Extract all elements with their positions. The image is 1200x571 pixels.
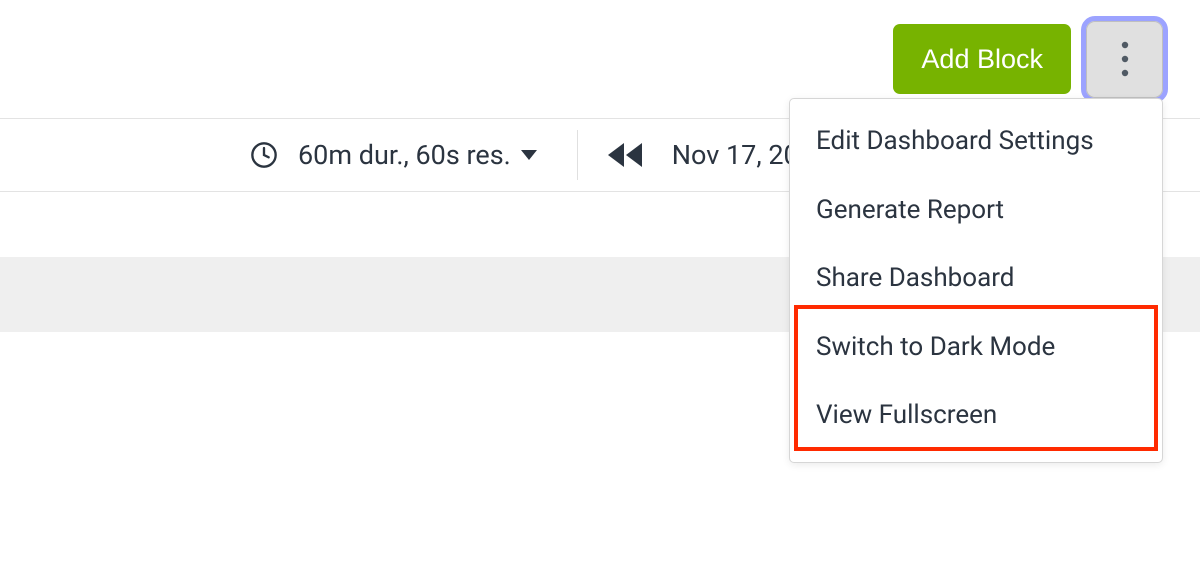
caret-down-icon [521, 150, 537, 160]
more-options-button[interactable] [1086, 21, 1163, 98]
time-range-selector[interactable]: 60m dur., 60s res. [240, 139, 547, 171]
vertical-ellipsis-icon [1121, 41, 1129, 77]
more-options-menu: Edit Dashboard Settings Generate Report … [789, 98, 1163, 463]
menu-item-switch-dark-mode[interactable]: Switch to Dark Mode [790, 313, 1162, 382]
toolbar-divider [577, 130, 578, 180]
time-range-label: 60m dur., 60s res. [298, 139, 511, 171]
menu-item-share-dashboard[interactable]: Share Dashboard [790, 244, 1162, 313]
menu-item-edit-settings[interactable]: Edit Dashboard Settings [790, 107, 1162, 176]
date-display[interactable]: Nov 17, 20 [672, 139, 799, 171]
rewind-icon [608, 143, 642, 167]
clock-icon [250, 141, 278, 169]
menu-item-view-fullscreen[interactable]: View Fullscreen [790, 381, 1162, 450]
add-block-button[interactable]: Add Block [893, 24, 1071, 94]
menu-item-generate-report[interactable]: Generate Report [790, 176, 1162, 245]
step-back-button[interactable] [608, 143, 642, 167]
